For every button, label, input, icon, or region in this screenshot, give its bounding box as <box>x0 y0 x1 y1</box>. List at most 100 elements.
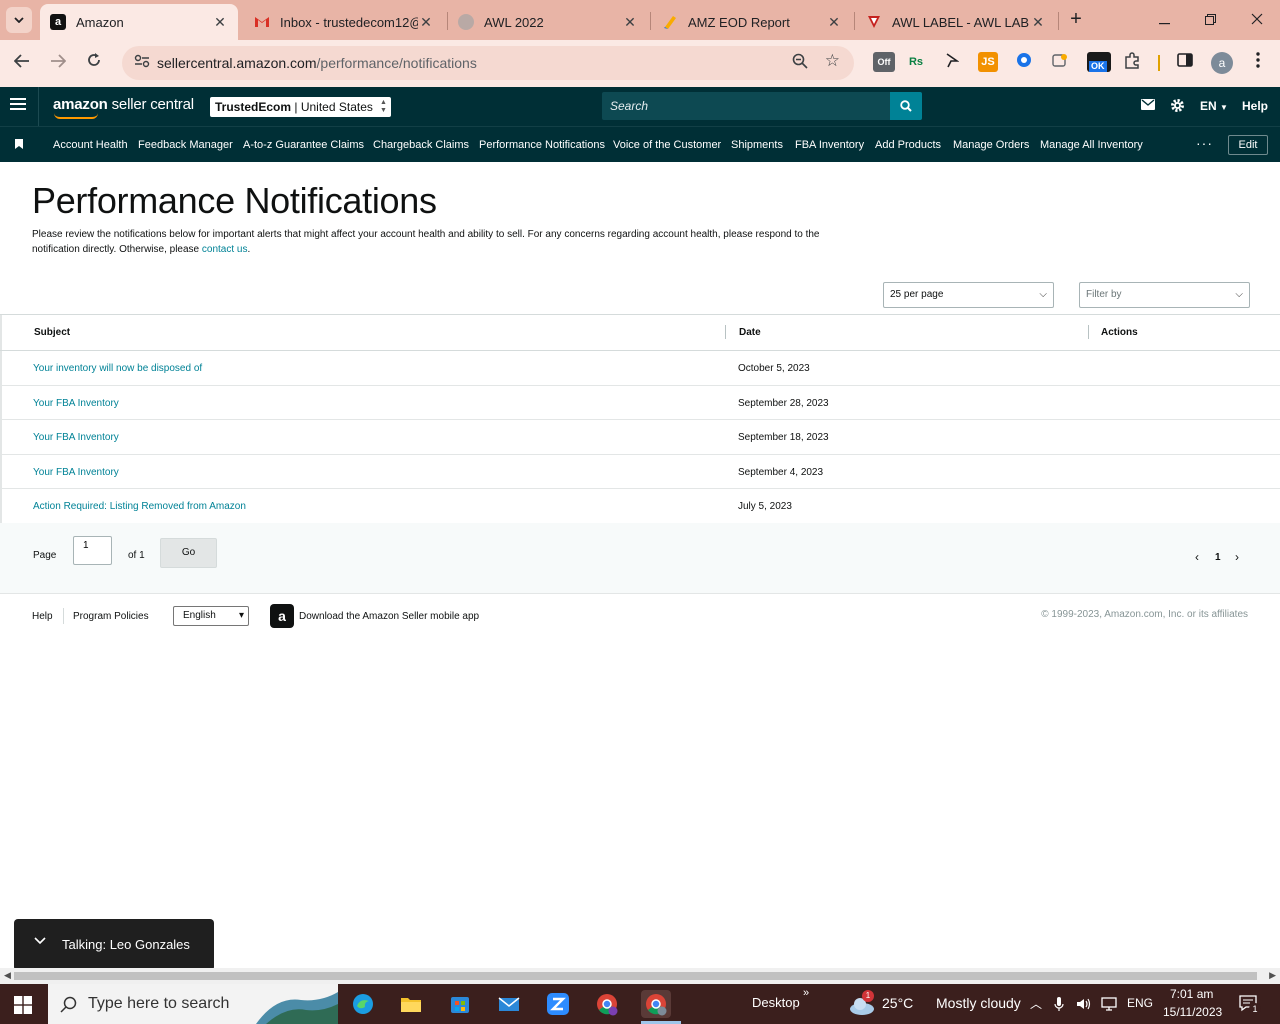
program-policies-link[interactable]: Program Policies <box>73 611 149 622</box>
language-menu[interactable]: EN ▼ <box>1200 99 1228 113</box>
nav-manage-all-inventory[interactable]: Manage All Inventory <box>1040 139 1143 151</box>
edit-nav-button[interactable]: Edit <box>1228 135 1268 155</box>
chrome-profile-a-icon[interactable] <box>641 990 671 1018</box>
close-tab-icon[interactable]: ✕ <box>622 14 638 31</box>
forward-button[interactable] <box>45 50 71 76</box>
mail-icon[interactable] <box>494 990 524 1018</box>
close-tab-icon[interactable]: ✕ <box>826 14 842 31</box>
show-hidden-icons-chevron-icon[interactable]: ︿ <box>1030 995 1042 1012</box>
scroll-right-icon[interactable]: ▶ <box>1269 970 1276 981</box>
browser-menu-icon[interactable] <box>1248 52 1268 72</box>
nav-add-products[interactable]: Add Products <box>875 139 941 151</box>
clock-date[interactable]: 15/11/2023 <box>1163 1005 1222 1019</box>
taskbar-search-box[interactable]: Type here to search <box>48 984 338 1024</box>
volume-icon[interactable] <box>1075 996 1091 1012</box>
chrome-profile-m-icon[interactable] <box>592 990 622 1018</box>
address-bar[interactable]: sellercentral.amazon.com/performance/not… <box>122 46 854 80</box>
filter-select[interactable]: Filter by ⌵ <box>1079 282 1250 308</box>
page-number-input[interactable] <box>73 536 112 565</box>
browser-tab-amazon[interactable]: a Amazon ✕ <box>40 4 238 40</box>
zoom-icon[interactable] <box>792 53 808 72</box>
extensions-puzzle-icon[interactable] <box>1122 52 1142 72</box>
previous-page-icon[interactable]: ‹ <box>1195 550 1199 564</box>
seller-central-logo[interactable]: amazon seller central <box>53 96 194 119</box>
current-page-number[interactable]: 1 <box>1215 552 1221 563</box>
microsoft-store-icon[interactable] <box>445 990 475 1018</box>
footer-language-select[interactable]: English ▾ <box>173 606 249 626</box>
clock-time[interactable]: 7:01 am <box>1170 987 1213 1001</box>
more-icon[interactable]: ··· <box>1196 135 1213 151</box>
nav-chargeback-claims[interactable]: Chargeback Claims <box>373 139 469 151</box>
bookmark-icon[interactable] <box>15 139 23 149</box>
bookmark-star-icon[interactable]: ☆ <box>825 51 840 71</box>
restore-button[interactable] <box>1187 0 1233 40</box>
extension-rs-icon[interactable]: Rs <box>906 52 926 72</box>
browser-tab-gmail[interactable]: Inbox - trustedecom12@ ✕ <box>244 4 444 40</box>
chevron-down-icon[interactable] <box>34 935 46 947</box>
scroll-left-icon[interactable]: ◀ <box>4 970 11 981</box>
close-tab-icon[interactable]: ✕ <box>212 14 228 31</box>
weather-temp[interactable]: 25°C <box>882 995 913 1011</box>
per-page-select[interactable]: 25 per page ⌵ <box>883 282 1054 308</box>
nav-fba-inventory[interactable]: FBA Inventory <box>795 139 864 151</box>
download-app-link[interactable]: Download the Amazon Seller mobile app <box>299 611 479 622</box>
edge-icon[interactable] <box>348 990 378 1018</box>
desktop-toolbar-label[interactable]: Desktop <box>752 995 800 1010</box>
minimize-button[interactable] <box>1141 0 1187 40</box>
browser-tab-awl-label[interactable]: AWL LABEL - AWL LABEL ✕ <box>856 4 1056 40</box>
microphone-icon[interactable] <box>1054 996 1064 1012</box>
nav-voice-of-customer[interactable]: Voice of the Customer <box>613 139 721 151</box>
horizontal-scrollbar[interactable]: ◀ ▶ <box>0 968 1280 984</box>
extension-cloud-icon[interactable] <box>1050 52 1070 72</box>
zoom-app-icon[interactable] <box>543 990 573 1018</box>
help-link[interactable]: Help <box>1242 99 1268 113</box>
back-button[interactable] <box>9 50 35 76</box>
nav-feedback-manager[interactable]: Feedback Manager <box>138 139 233 151</box>
nav-a-to-z-claims[interactable]: A-to-z Guarantee Claims <box>243 139 364 151</box>
nav-shipments[interactable]: Shipments <box>731 139 783 151</box>
close-tab-icon[interactable]: ✕ <box>1030 14 1046 31</box>
profile-avatar[interactable]: a <box>1211 52 1233 74</box>
nav-account-health[interactable]: Account Health <box>53 139 128 151</box>
extension-arrow-icon[interactable] <box>942 52 962 72</box>
chevron-double-icon[interactable]: » <box>803 987 809 999</box>
side-panel-icon[interactable] <box>1175 52 1195 72</box>
browser-tab-amz-eod-report[interactable]: AMZ EOD Report ✕ <box>652 4 852 40</box>
input-language[interactable]: ENG <box>1127 996 1153 1010</box>
close-tab-icon[interactable]: ✕ <box>418 14 434 31</box>
messages-icon[interactable] <box>1141 99 1155 113</box>
nav-manage-orders[interactable]: Manage Orders <box>953 139 1029 151</box>
amazon-app-icon[interactable]: a <box>270 604 294 628</box>
new-tab-button[interactable]: + <box>1064 8 1088 32</box>
weather-desc[interactable]: Mostly cloudy <box>936 995 1021 1011</box>
notification-center-icon[interactable]: 1 <box>1238 994 1261 1015</box>
notification-subject-link[interactable]: Your FBA Inventory <box>33 432 119 443</box>
reload-button[interactable] <box>81 50 107 76</box>
hamburger-menu-icon[interactable] <box>10 98 26 112</box>
extension-off-icon[interactable]: Off <box>873 52 895 72</box>
scrollbar-thumb[interactable] <box>14 972 1257 980</box>
notification-subject-link[interactable]: Your FBA Inventory <box>33 467 119 478</box>
search-input[interactable] <box>602 92 892 120</box>
network-icon[interactable] <box>1100 996 1118 1012</box>
call-status-toast[interactable]: Talking: Leo Gonzales <box>14 919 214 971</box>
nav-performance-notifications[interactable]: Performance Notifications <box>479 139 605 151</box>
footer-help-link[interactable]: Help <box>32 611 53 622</box>
close-window-button[interactable] <box>1234 0 1280 40</box>
windows-start-icon[interactable] <box>14 996 32 1014</box>
extension-ok-icon[interactable]: OK <box>1087 52 1111 72</box>
tab-search-button[interactable] <box>6 7 32 33</box>
browser-tab-awl-2022[interactable]: AWL 2022 ✕ <box>448 4 648 40</box>
settings-gear-icon[interactable] <box>1170 98 1185 116</box>
file-explorer-icon[interactable] <box>396 990 426 1018</box>
go-button[interactable]: Go <box>160 538 217 568</box>
contact-us-link[interactable]: contact us <box>202 244 248 255</box>
extension-blue-icon[interactable] <box>1014 52 1034 72</box>
site-info-icon[interactable] <box>134 54 150 71</box>
weather-cloud-icon[interactable]: 1 <box>848 990 876 1016</box>
search-button[interactable] <box>890 92 922 120</box>
extension-js-icon[interactable]: JS <box>978 52 998 72</box>
next-page-icon[interactable]: › <box>1235 550 1239 564</box>
store-selector[interactable]: TrustedEcom | United States ▲ ▼ <box>210 97 391 117</box>
notification-subject-link[interactable]: Your inventory will now be disposed of <box>33 363 202 374</box>
